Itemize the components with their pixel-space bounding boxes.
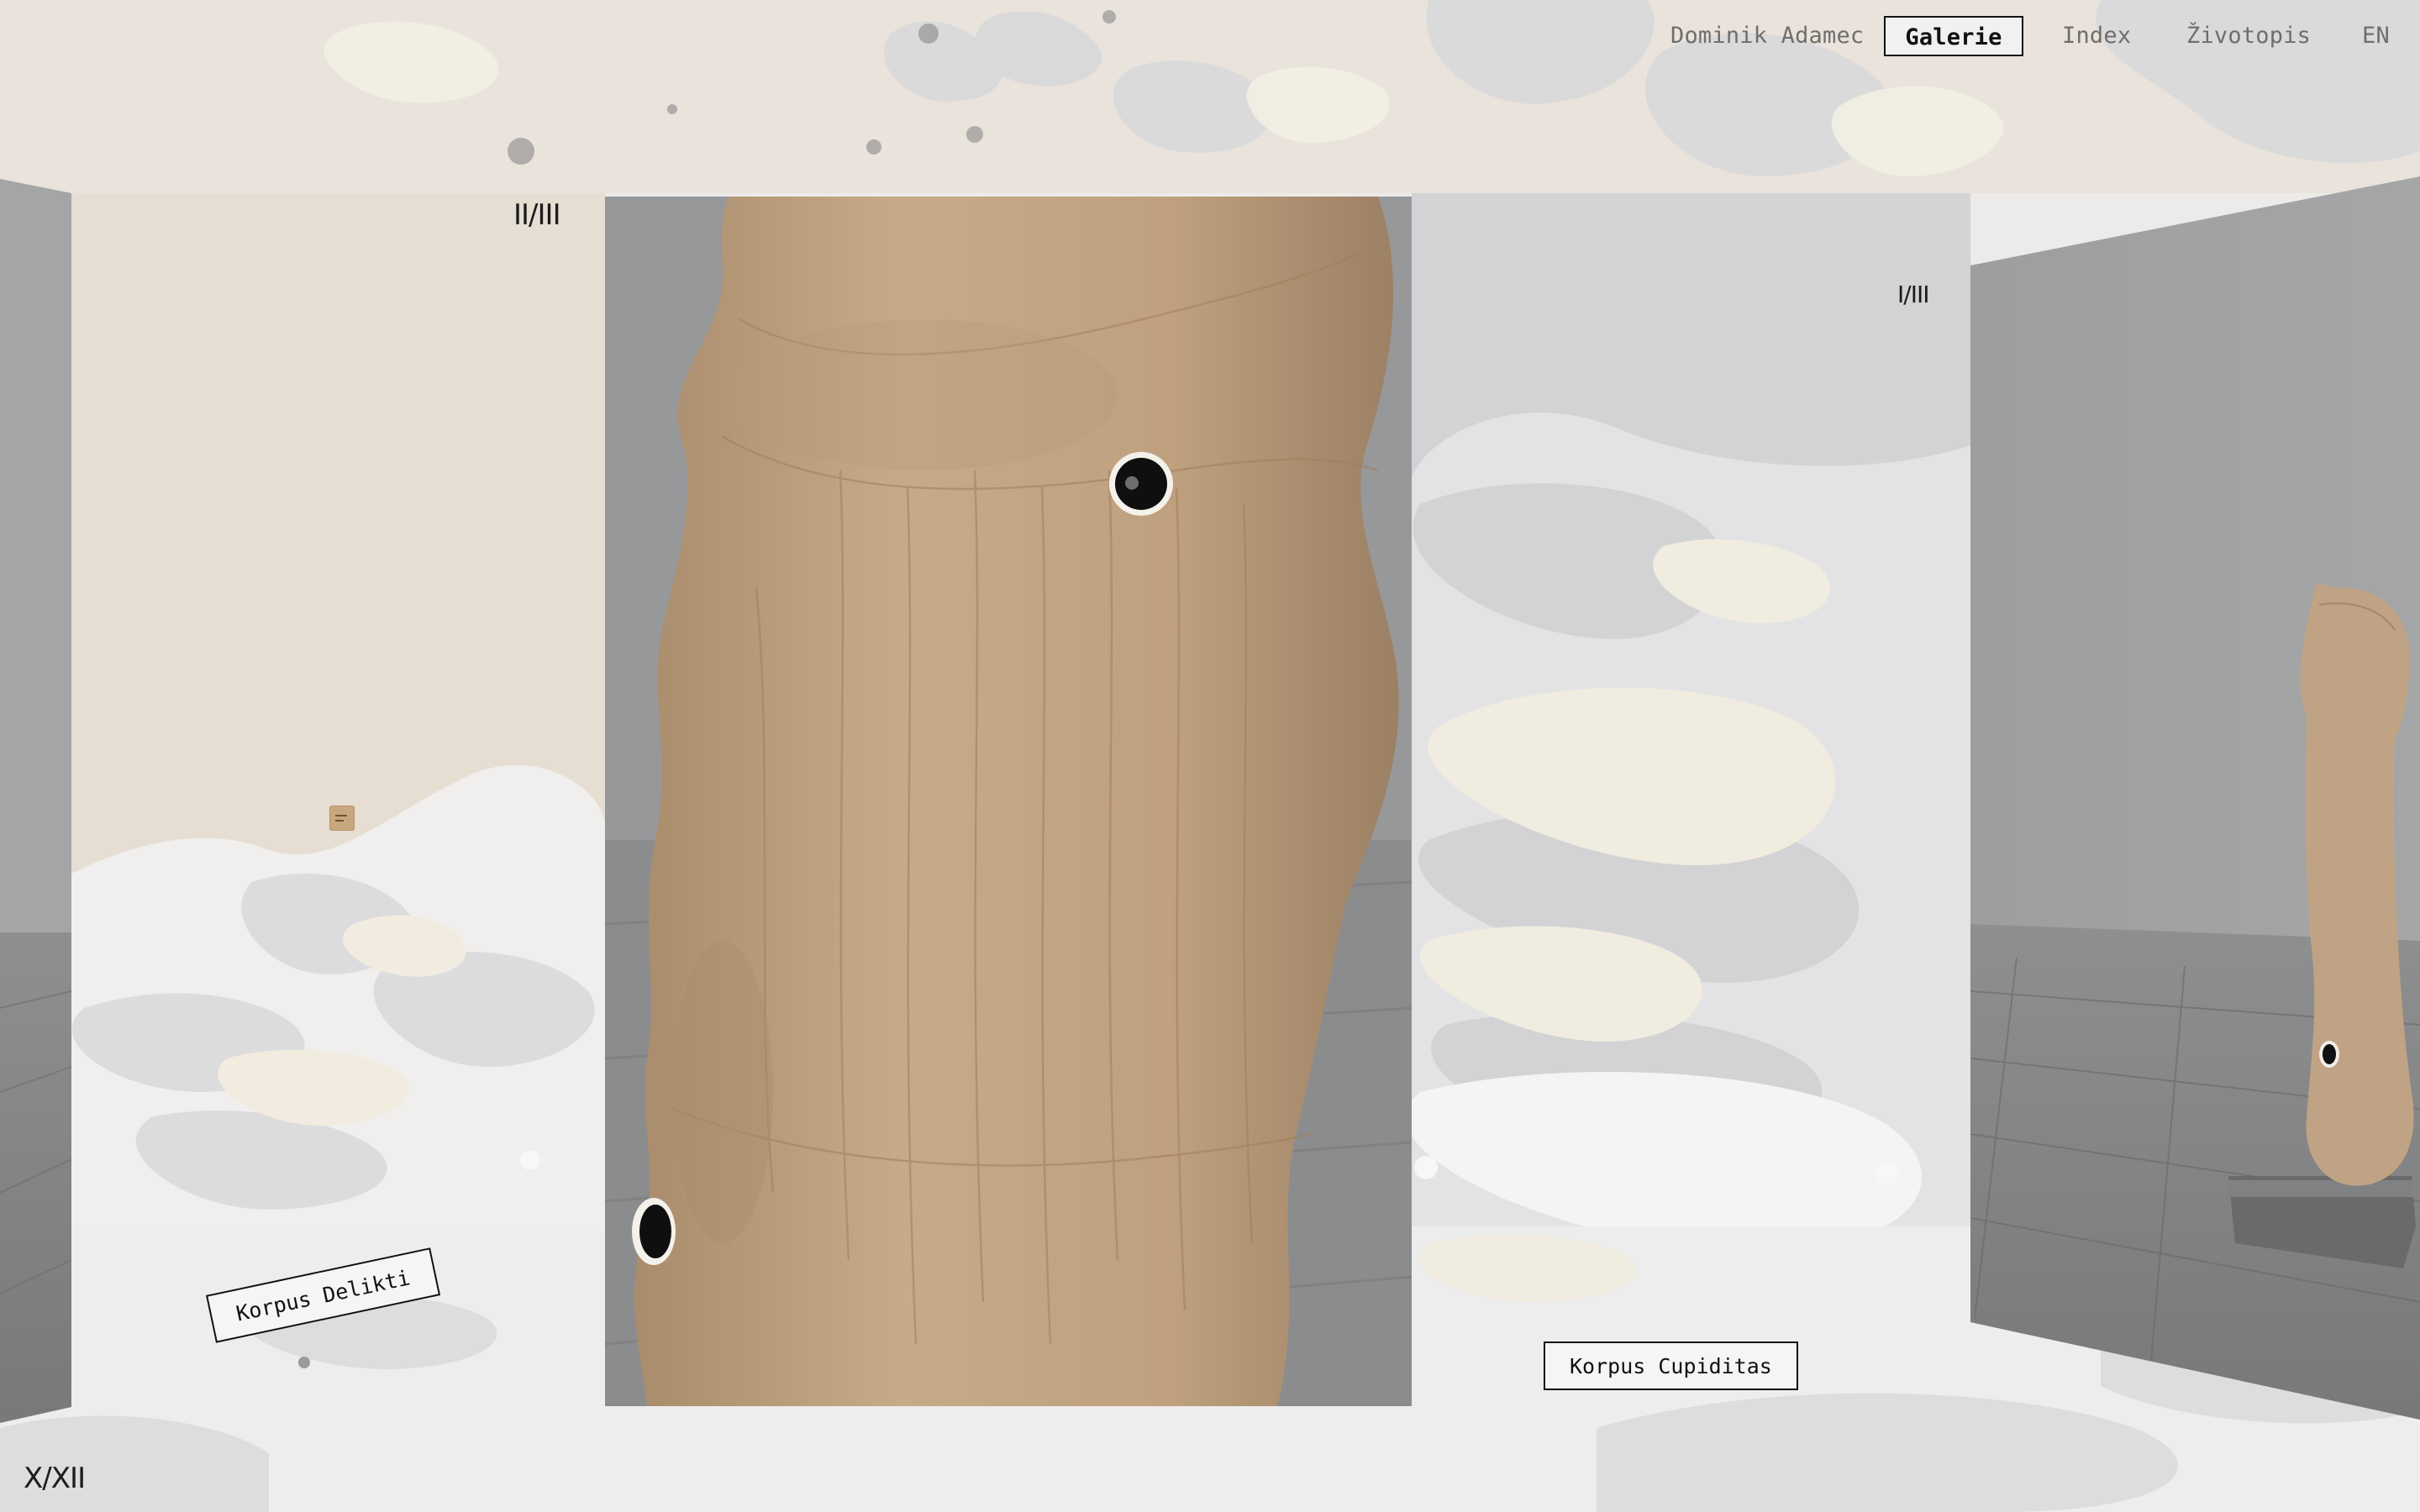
- nav-bio-link[interactable]: Životopis: [2186, 16, 2311, 56]
- nav-home-link[interactable]: Dominik Adamec: [1670, 16, 1864, 56]
- main-nav: Dominik Adamec Galerie Index Životopis E…: [0, 16, 2420, 63]
- right-image-counter: I/III: [1897, 281, 1929, 308]
- language-switch[interactable]: EN: [2362, 16, 2390, 56]
- left-image-counter: II/III: [513, 198, 561, 232]
- work-counter: X/XII: [24, 1462, 86, 1495]
- gallery-stage: Dominik Adamec Galerie Index Životopis E…: [0, 0, 2420, 1512]
- nav-index-link[interactable]: Index: [2062, 16, 2131, 56]
- right-photo: [1970, 176, 2420, 1420]
- note-icon[interactable]: [329, 806, 355, 831]
- work-label-korpus-cupiditas[interactable]: Korpus Cupiditas: [1544, 1341, 1798, 1390]
- nav-gallery-link[interactable]: Galerie: [1884, 16, 2023, 56]
- central-photo: [605, 197, 1412, 1406]
